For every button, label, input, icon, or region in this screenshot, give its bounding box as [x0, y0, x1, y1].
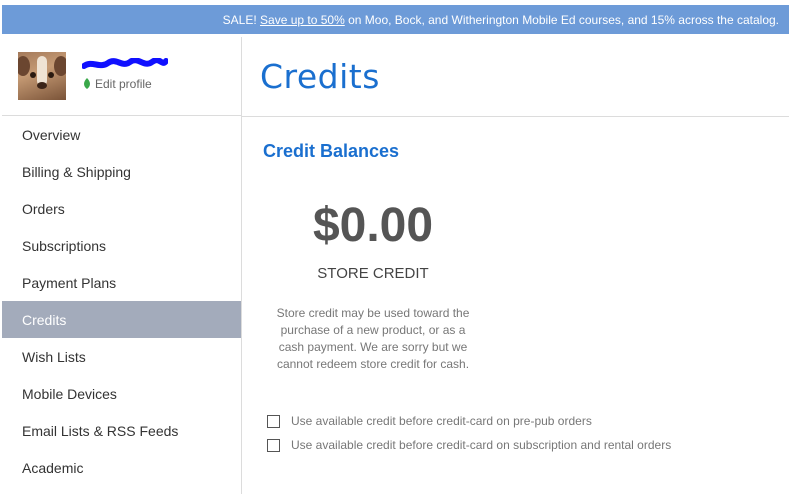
sidebar-item-label: Email Lists & RSS Feeds [22, 422, 179, 439]
note-line: purchase of a new product, or as a [280, 323, 466, 337]
sidebar-item-label: Credits [22, 311, 67, 328]
sidebar-item-label: Orders [22, 200, 65, 217]
avatar-nose [37, 82, 47, 89]
sidebar-item-label: Subscriptions [22, 237, 107, 254]
sidebar-item-label: Overview [22, 126, 81, 143]
note-line: cannot redeem store credit for cash. [276, 357, 470, 371]
prepub-credit-checkbox[interactable] [267, 414, 280, 428]
sidebar-item-subscriptions[interactable]: Subscriptions [2, 227, 241, 264]
sidebar-item-payment-plans[interactable]: Payment Plans [2, 264, 241, 301]
leaf-icon [84, 78, 90, 89]
redacted-username [82, 58, 168, 69]
subscription-credit-checkbox[interactable] [267, 438, 280, 452]
avatar-ear-left [18, 56, 30, 76]
sidebar-item-email-lists[interactable]: Email Lists & RSS Feeds [2, 412, 241, 449]
prepub-credit-option: Use available credit before credit-card … [267, 414, 592, 428]
avatar[interactable] [18, 52, 66, 100]
avatar-eye-left [30, 72, 36, 78]
subscription-credit-option: Use available credit before credit-card … [267, 438, 671, 452]
edit-profile-link[interactable]: Edit profile [82, 77, 152, 91]
sidebar-item-label: Academic [22, 459, 84, 476]
sidebar-item-wish-lists[interactable]: Wish Lists [2, 338, 241, 375]
credit-balance-label: STORE CREDIT [317, 265, 429, 282]
avatar-eye-right [48, 72, 54, 78]
sidebar-item-label: Mobile Devices [22, 385, 117, 402]
sidebar-item-credits[interactable]: Credits [2, 301, 241, 338]
page-title: Credits [260, 57, 380, 96]
avatar-ear-right [54, 56, 66, 76]
sidebar-item-mobile-devices[interactable]: Mobile Devices [2, 375, 241, 412]
edit-profile-label: Edit profile [95, 77, 152, 91]
subscription-credit-label: Use available credit before credit-card … [291, 438, 672, 452]
sale-banner: SALE! Save up to 50% on Moo, Bock, and W… [2, 5, 789, 34]
sidebar-item-billing-shipping[interactable]: Billing & Shipping [2, 153, 241, 190]
note-line: Store credit may be used toward the [276, 306, 470, 320]
account-sidebar: Edit profile Overview Billing & Shipping… [2, 37, 242, 494]
sidebar-item-label: Wish Lists [22, 348, 86, 365]
sidebar-item-overview[interactable]: Overview [2, 116, 241, 153]
sidebar-nav: Overview Billing & Shipping Orders Subsc… [2, 116, 241, 486]
title-divider [242, 116, 789, 117]
profile-card: Edit profile [2, 37, 241, 116]
banner-suffix: on Moo, Bock, and Witherington Mobile Ed… [348, 12, 779, 27]
section-heading: Credit Balances [263, 141, 400, 161]
note-line: cash payment. We are sorry but we [278, 340, 468, 354]
sidebar-item-label: Billing & Shipping [22, 163, 131, 180]
sidebar-item-label: Payment Plans [22, 274, 117, 291]
sidebar-item-orders[interactable]: Orders [2, 190, 241, 227]
banner-sale-link[interactable]: Save up to 50% [260, 13, 345, 27]
store-credit-note: Store credit may be used toward the purc… [263, 305, 483, 373]
sidebar-item-academic[interactable]: Academic [2, 449, 241, 486]
prepub-credit-label: Use available credit before credit-card … [291, 414, 592, 428]
credit-balance-amount: $0.00 [312, 199, 434, 252]
banner-prefix: SALE! [222, 12, 257, 27]
